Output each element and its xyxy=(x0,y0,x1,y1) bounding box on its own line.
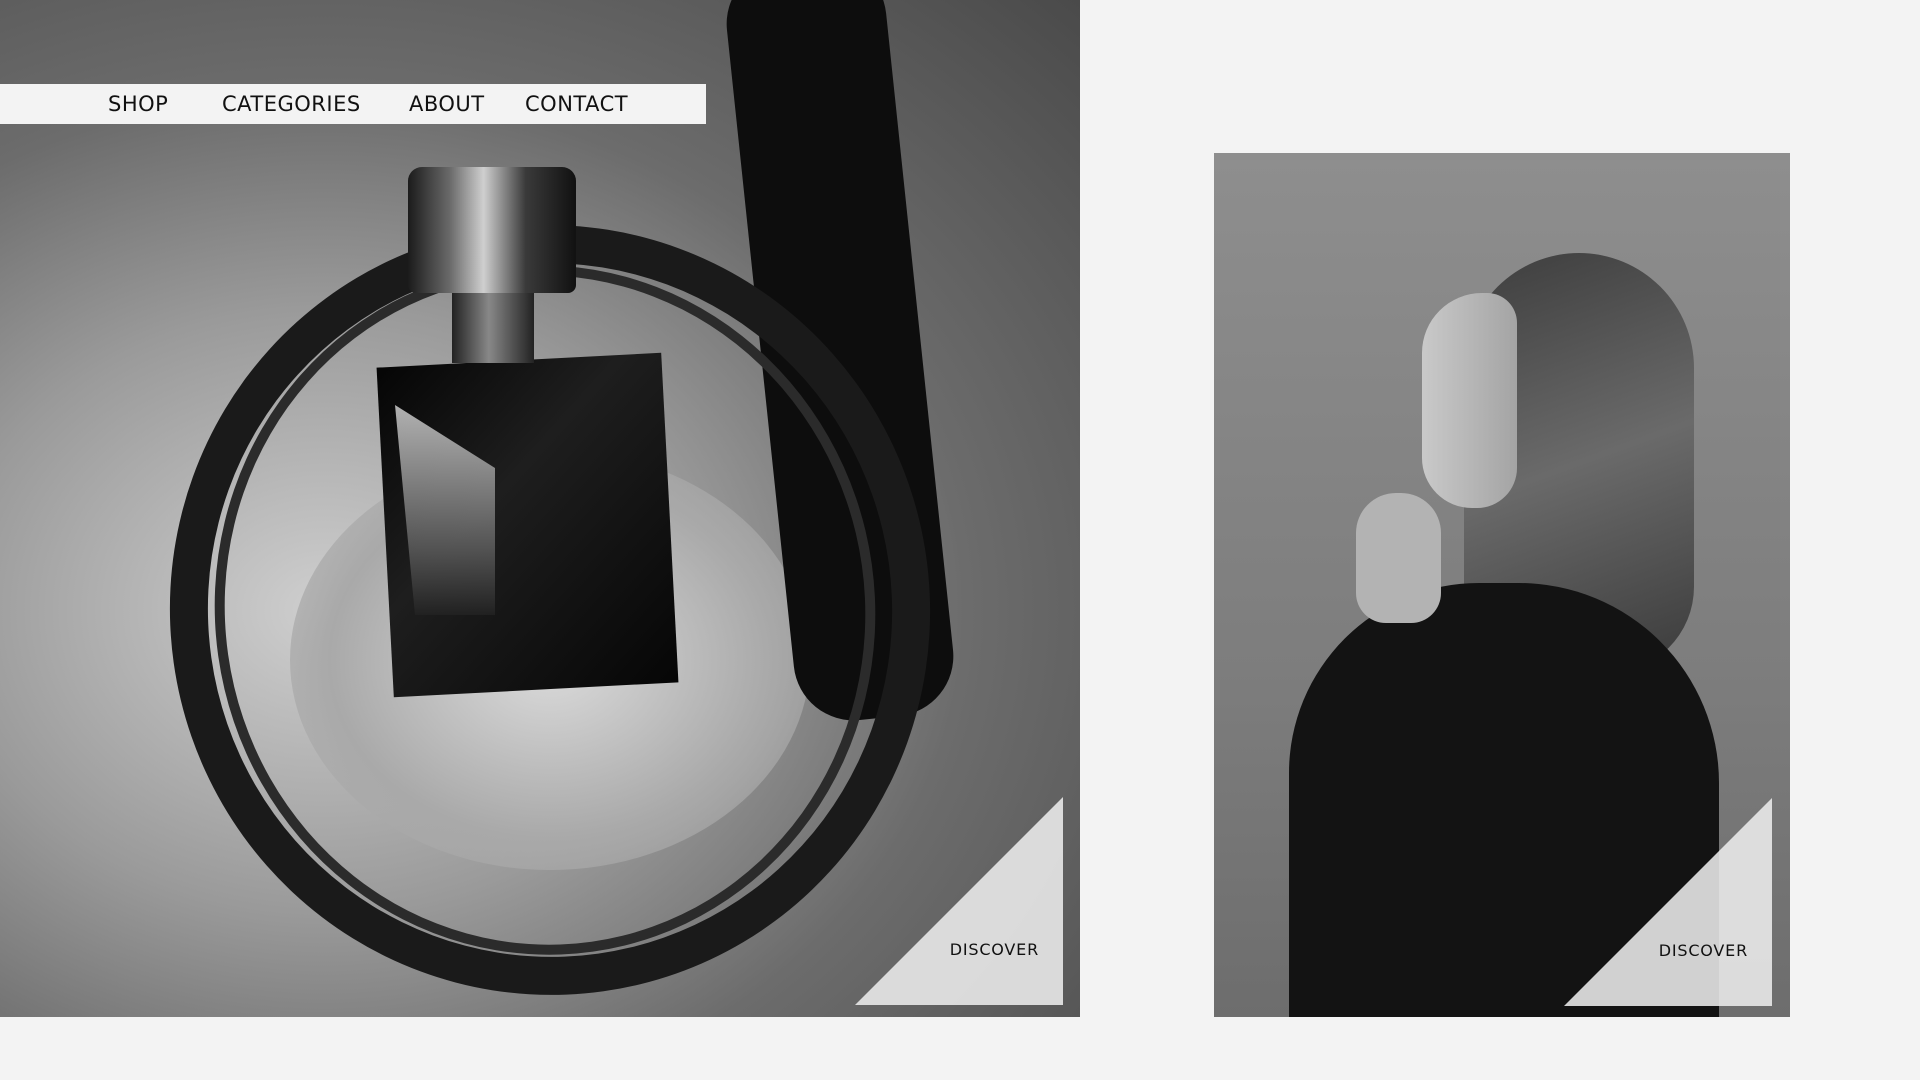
nav-shop[interactable]: SHOP xyxy=(108,84,168,124)
discover-panel xyxy=(855,797,1063,1005)
bottle-cap xyxy=(408,167,576,293)
nav-about[interactable]: ABOUT xyxy=(409,84,485,124)
discover-button-right[interactable]: DISCOVER xyxy=(1564,798,1772,1006)
woman-face xyxy=(1422,293,1517,508)
bottle-neck xyxy=(452,293,534,363)
nav-categories[interactable]: CATEGORIES xyxy=(222,84,361,124)
discover-label: DISCOVER xyxy=(1658,941,1748,960)
discover-label: DISCOVER xyxy=(949,940,1039,959)
discover-button-left[interactable]: DISCOVER xyxy=(855,797,1063,1005)
hero-image-perfume[interactable]: DISCOVER xyxy=(0,0,1080,1017)
main-nav: SHOP CATEGORIES ABOUT CONTACT xyxy=(0,84,706,124)
hero-image-portrait[interactable]: DISCOVER xyxy=(1214,153,1790,1017)
discover-panel xyxy=(1564,798,1772,1006)
nav-contact[interactable]: CONTACT xyxy=(525,84,628,124)
woman-hand xyxy=(1356,493,1441,623)
